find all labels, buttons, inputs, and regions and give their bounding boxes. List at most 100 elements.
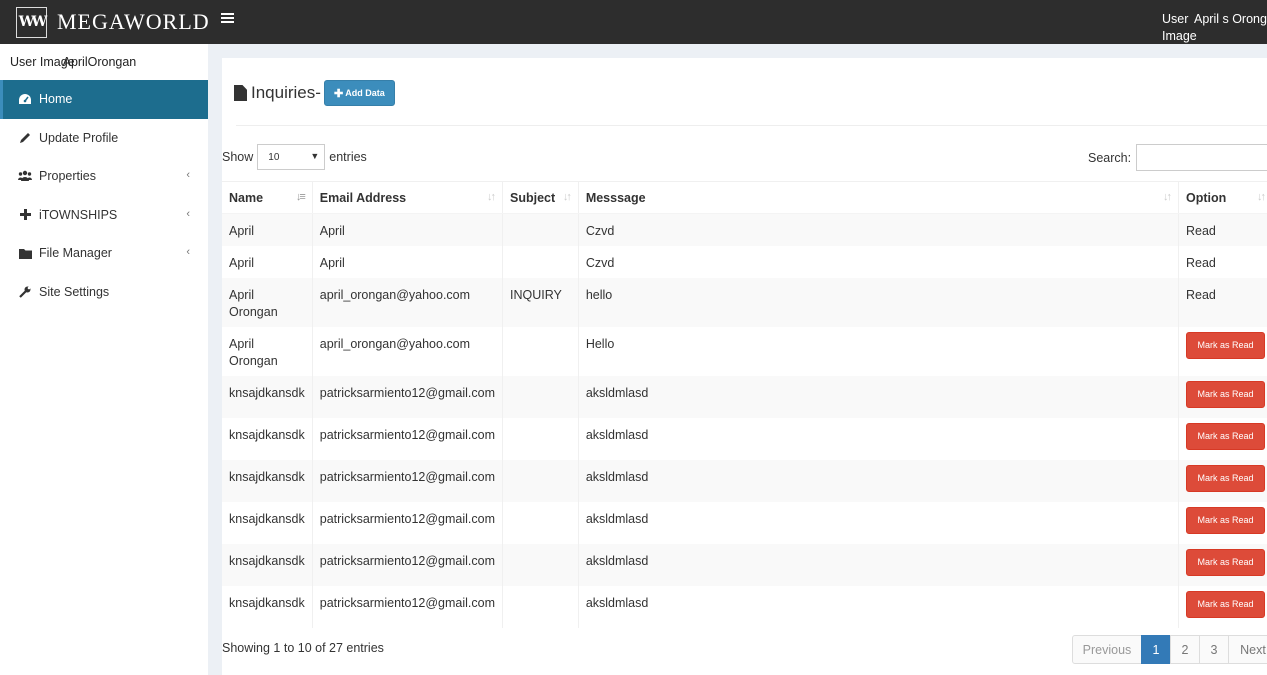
user-name: April s Orongan (1194, 12, 1267, 26)
cell-message: Czvd (577, 245, 1179, 278)
cell-subject (502, 213, 579, 246)
cell-subject: INQUIRY (502, 277, 579, 327)
add-data-label: Add Data (345, 88, 385, 98)
read-status: Read (1185, 224, 1216, 238)
table-row: knsajdkansdk patricksarmiento12@gmail.com… (222, 543, 1267, 586)
sidebar-item-home[interactable]: Home (0, 80, 208, 119)
brand-logo[interactable]: WW MEGAWORLD (16, 5, 210, 39)
sidebar-item-file-manager[interactable]: File Manager ‹ (0, 234, 208, 273)
table-header-row: Name ↓≡ Email Address ↓↑ Subject ↓↑ Messsag… (222, 181, 1267, 214)
table-row: April Orongan april_orongan@yahoo.com INQU… (222, 277, 1267, 327)
pagination-page-2[interactable]: 2 (1170, 635, 1200, 664)
table-row: knsajdkansdk patricksarmiento12@gmail.com… (222, 501, 1267, 544)
cell-subject (502, 417, 579, 460)
cell-message: aksldmlasd (577, 459, 1179, 502)
cell-name: knsajdkansdk (222, 459, 313, 502)
table-row: April April Czvd Read (222, 245, 1267, 278)
pagination-previous[interactable]: Previous (1072, 635, 1142, 664)
pagination-page-3[interactable]: 3 (1199, 635, 1229, 664)
mark-as-read-button[interactable]: Mark as Read (1185, 506, 1265, 534)
cell-name: knsajdkansdk (229, 595, 305, 610)
user-menu[interactable]: User Image April s Orongan (1162, 11, 1267, 45)
sort-icon: ↓↑ (487, 191, 496, 203)
cell-message: aksldmlasd (577, 417, 1179, 460)
cell-email: patricksarmiento12@gmail.com (311, 459, 503, 502)
cell-message: aksldmlasd (577, 585, 1179, 628)
cell-option: Mark as Read (1177, 585, 1267, 628)
mark-as-read-button[interactable]: Mark as Read (1185, 548, 1265, 576)
wrench-icon (18, 285, 32, 299)
cell-option: Mark as Read (1177, 326, 1267, 376)
table-row: knsajdkansdk patricksarmiento12@gmail.com… (222, 459, 1267, 502)
table-row: knsajdkansdk patricksarmiento12@gmail.com… (222, 375, 1267, 418)
cell-option: Read (1177, 213, 1267, 246)
column-header-subject[interactable]: Subject ↓↑ (502, 181, 579, 214)
sidebar-item-label: Home (39, 92, 73, 107)
mark-as-read-button[interactable]: Mark as Read (1185, 590, 1265, 618)
top-navbar: WW MEGAWORLD User Image April s Orongan (0, 0, 1267, 44)
cell-name: April (222, 213, 313, 246)
cell-name: knsajdkansdk (229, 511, 305, 526)
sidebar-item-label: File Manager (39, 246, 112, 261)
search-input[interactable] (1136, 144, 1267, 171)
plus-icon: ✚ (334, 87, 344, 100)
cell-subject (502, 543, 579, 586)
sidebar-item-itownships[interactable]: iTOWNSHIPS ‹ (0, 196, 208, 235)
cell-email: april_orongan@yahoo.com (311, 326, 503, 376)
table-row: April Orongan april_orongan@yahoo.com Hell… (222, 326, 1267, 376)
entries-length: Show 10 ▼ entries (222, 144, 367, 170)
mark-as-read-button[interactable]: Mark as Read (1185, 422, 1265, 450)
sort-icon: ↓↑ (562, 191, 572, 203)
cell-subject (502, 326, 579, 376)
cell-subject (502, 585, 579, 628)
cell-subject (502, 459, 579, 502)
user-panel: User Image AprilOrongan (0, 44, 208, 80)
column-header-option[interactable]: Option ↓↑ (1177, 181, 1267, 214)
add-data-button[interactable]: ✚ Add Data (323, 80, 395, 106)
user-panel-name: AprilOrongan (62, 55, 137, 69)
cell-name: knsajdkansdk (229, 427, 305, 442)
sidebar-toggle-icon[interactable] (221, 13, 234, 27)
pencil-icon (18, 131, 32, 145)
column-header-name[interactable]: Name ↓≡ (222, 181, 313, 214)
divider (236, 125, 1267, 126)
box-header: Inquiries- ✚ Add Data (234, 80, 395, 106)
column-header-message[interactable]: Messsage ↓↑ (577, 181, 1179, 214)
cell-name: April Orongan (229, 336, 278, 368)
sort-icon: ↓↑ (1257, 191, 1266, 203)
table-row: April April Czvd Read (222, 213, 1267, 246)
pagination-page-1[interactable]: 1 (1141, 635, 1171, 664)
table-row: knsajdkansdk patricksarmiento12@gmail.com… (222, 585, 1267, 628)
pagination-next[interactable]: Next (1228, 635, 1267, 664)
folder-icon (18, 246, 32, 260)
cell-option: Read (1177, 245, 1267, 278)
user-image-alt: User Image (1162, 12, 1197, 43)
cell-subject (502, 501, 579, 544)
search-label: Search: (1088, 150, 1132, 165)
sidebar-item-update-profile[interactable]: Update Profile (0, 119, 208, 158)
entries-select[interactable]: 10 (257, 144, 326, 170)
mark-as-read-button[interactable]: Mark as Read (1185, 464, 1265, 492)
pagination: Previous 1 2 3 Next (1072, 635, 1267, 664)
cell-name: knsajdkansdk (222, 375, 313, 418)
sidebar-item-label: Properties (39, 169, 96, 184)
chevron-left-icon: ‹ (186, 246, 190, 258)
plus-icon (18, 208, 32, 222)
table-info: Showing 1 to 10 of 27 entries (222, 641, 384, 655)
mark-as-read-button[interactable]: Mark as Read (1185, 331, 1265, 359)
sidebar-item-site-settings[interactable]: Site Settings (0, 273, 208, 312)
chevron-left-icon: ‹ (186, 169, 190, 181)
dashboard-icon (18, 92, 32, 106)
users-icon (18, 169, 32, 183)
sidebar-item-properties[interactable]: Properties ‹ (0, 157, 208, 196)
cell-subject (502, 245, 579, 278)
mark-as-read-button[interactable]: Mark as Read (1185, 380, 1265, 408)
sort-asc-icon: ↓≡ (295, 191, 306, 203)
cell-name: April Orongan (222, 277, 313, 327)
cell-email: patricksarmiento12@gmail.com (311, 417, 503, 460)
cell-option: Mark as Read (1177, 459, 1267, 502)
cell-option: Mark as Read (1177, 501, 1267, 544)
inquiries-table: Name ↓≡ Email Address ↓↑ Subject ↓↑ Messsag… (222, 181, 1267, 628)
column-header-email[interactable]: Email Address ↓↑ (311, 181, 503, 214)
cell-email: april_orongan@yahoo.com (311, 277, 503, 327)
